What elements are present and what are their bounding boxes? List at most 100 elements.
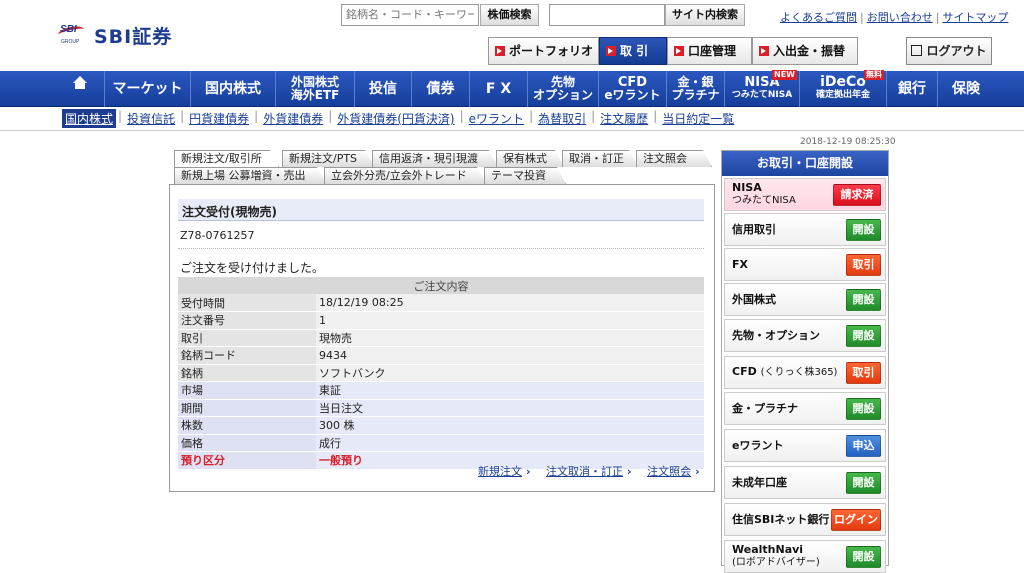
order-title: 注文受付(現物売) xyxy=(178,199,704,221)
subnav-foreign-bonds-yen[interactable]: 外貨建債券(円貨決済) xyxy=(334,109,457,128)
ewarrant-apply-button[interactable]: 申込 xyxy=(846,434,881,457)
nav-insurance[interactable]: 保険 xyxy=(938,71,994,107)
nav-market[interactable]: マーケット xyxy=(105,71,191,107)
side-row-ewarrant: eワラント 申込 xyxy=(724,429,886,462)
stock-search-button[interactable]: 株価検索 xyxy=(480,4,539,26)
subnav-foreign-bonds[interactable]: 外貨建債券 xyxy=(260,109,326,128)
subnav-domestic-stocks[interactable]: 国内株式 xyxy=(62,109,117,128)
main-nav: マーケット 国内株式 外国株式 海外ETF 投信 債券 F X 先物 オプション C… xyxy=(0,70,1024,107)
dotted-divider xyxy=(178,248,704,249)
accept-message: ご注文を受け付けました。 xyxy=(180,261,325,275)
nav-domestic-stocks[interactable]: 国内株式 xyxy=(191,71,276,107)
order-detail-table: ご注文内容 受付時間 18/12/19 08:25 注文番号 1 取引 現物売 銘柄コ… xyxy=(178,277,704,470)
side-row-cfd: CFD (くりっく株365) 取引 xyxy=(724,356,886,389)
arrow-icon xyxy=(674,46,684,56)
tab-new-order-exchange[interactable]: 新規注文/取引所 xyxy=(174,150,279,167)
tab-margin-repay[interactable]: 信用返済・現引現渡 xyxy=(372,150,498,167)
side-row-nisa: NISA つみたてNISA 請求済 xyxy=(724,178,886,211)
order-inquiry-link[interactable]: 注文照会 xyxy=(647,465,691,478)
arrow-icon xyxy=(759,46,769,56)
nav-futures-options[interactable]: 先物 オプション xyxy=(528,71,599,107)
sub-nav: 国内株式 | 投資信託 | 円貨建債券 | 外貨建債券 | 外貨建債券(円貨決済) | e… xyxy=(62,109,737,128)
table-row: 銘柄コード 9434 xyxy=(178,346,704,365)
footer-links: 新規注文 › 注文取消・訂正 › 注文照会 › xyxy=(478,463,712,479)
nav-nisa[interactable]: NEW NISA つみたてNISA xyxy=(725,70,800,107)
side-row-foreign-stocks: 外国株式 開設 xyxy=(724,283,886,316)
nav-fx[interactable]: F X xyxy=(470,71,528,107)
subnav-fx-trade[interactable]: 為替取引 xyxy=(535,109,589,128)
free-badge: 無料 xyxy=(864,70,884,80)
tab-new-order-pts[interactable]: 新規注文/PTS xyxy=(282,150,374,167)
sitemap-link[interactable]: サイトマップ xyxy=(942,11,1008,24)
futures-open-button[interactable]: 開設 xyxy=(846,324,881,347)
order-id: Z78-0761257 xyxy=(180,229,255,242)
nav-foreign-stocks[interactable]: 外国株式 海外ETF xyxy=(276,71,355,107)
subnav-investment-trust[interactable]: 投資信託 xyxy=(124,109,178,128)
tab-ipo-offering[interactable]: 新規上場 公募増資・売出 xyxy=(174,167,326,184)
bank-login-button[interactable]: ログイン xyxy=(831,508,881,531)
nav-gold-silver[interactable]: 金・銀 プラチナ xyxy=(667,71,725,107)
cancel-modify-link[interactable]: 注文取消・訂正 xyxy=(546,465,623,478)
nav-home[interactable] xyxy=(55,71,105,107)
nav-funds[interactable]: 投信 xyxy=(355,71,412,107)
tab-theme-investment[interactable]: テーマ投資 xyxy=(484,167,566,184)
table-row: 受付時間 18/12/19 08:25 xyxy=(178,294,704,312)
home-icon xyxy=(72,76,87,95)
foreign-stocks-open-button[interactable]: 開設 xyxy=(846,288,881,311)
arrow-icon xyxy=(606,46,616,56)
table-row: 取引 現物売 xyxy=(178,329,704,347)
site-search-button[interactable]: サイト内検索 xyxy=(665,4,745,26)
deposit-transfer-button[interactable]: 入出金・振替 xyxy=(752,37,858,65)
side-row-fx: FX 取引 xyxy=(724,248,886,281)
subnav-ewarrant[interactable]: eワラント xyxy=(466,109,527,128)
side-row-gold: 金・プラチナ 開設 xyxy=(724,392,886,425)
minor-account-open-button[interactable]: 開設 xyxy=(846,471,881,494)
table-row: 市場 東証 xyxy=(178,381,704,400)
nav-bank[interactable]: 銀行 xyxy=(887,71,938,107)
chevron-right-icon: › xyxy=(526,465,531,478)
margin-open-button[interactable]: 開設 xyxy=(846,218,881,241)
nav-bonds[interactable]: 債券 xyxy=(412,71,470,107)
new-order-link[interactable]: 新規注文 xyxy=(478,465,522,478)
faq-link[interactable]: よくあるご質問 xyxy=(780,11,857,24)
chevron-right-icon: › xyxy=(627,465,632,478)
top-links: よくあるご質問 | お問い合わせ | サイトマップ xyxy=(780,11,1009,24)
stock-search-input[interactable] xyxy=(341,4,479,26)
nisa-requested-button[interactable]: 請求済 xyxy=(833,183,881,206)
gold-open-button[interactable]: 開設 xyxy=(846,397,881,420)
portfolio-button[interactable]: ポートフォリオ xyxy=(488,37,599,65)
tab-cancel-modify[interactable]: 取消・訂正 xyxy=(562,150,638,167)
logout-icon xyxy=(911,45,923,56)
timestamp: 2018-12-19 08:25:30 xyxy=(800,137,896,147)
nav-ideco[interactable]: 無料 iDeCo 確定拠出年金 xyxy=(800,70,887,107)
subnav-order-history[interactable]: 注文履歴 xyxy=(597,109,651,128)
chevron-right-icon: › xyxy=(695,465,700,478)
tab-holdings[interactable]: 保有株式 xyxy=(496,150,564,167)
table-row: 期間 当日注文 xyxy=(178,399,704,417)
side-row-futures: 先物・オプション 開設 xyxy=(724,319,886,352)
table-header: ご注文内容 xyxy=(178,277,704,294)
table-row: 注文番号 1 xyxy=(178,311,704,330)
logout-button[interactable]: ログアウト xyxy=(906,37,992,65)
tab-order-inquiry[interactable]: 注文照会 xyxy=(636,150,712,167)
account-sidebar: お取引・口座開設 NISA つみたてNISA 請求済 信用取引 開設 FX 取引 … xyxy=(721,150,889,573)
subnav-today-executions[interactable]: 当日約定一覧 xyxy=(659,109,737,128)
table-row: 株数 300 株 xyxy=(178,416,704,435)
side-row-wealthnavi: WealthNavi (ロボアドバイザー) 開設 xyxy=(724,540,886,573)
logo-text: SBI証券 xyxy=(94,26,173,48)
sbi-group-mark: SBI GROUP xyxy=(57,24,88,48)
tab-off-floor-trade[interactable]: 立会外分売/立会外トレード xyxy=(324,167,486,184)
fx-trade-button[interactable]: 取引 xyxy=(846,253,881,276)
side-row-bank: 住信SBIネット銀行 ログイン xyxy=(724,503,886,536)
nav-cfd-warrant[interactable]: CFD eワラント xyxy=(599,71,667,107)
site-search-input[interactable] xyxy=(549,4,665,26)
cfd-trade-button[interactable]: 取引 xyxy=(846,361,881,384)
account-management-button[interactable]: 口座管理 xyxy=(667,37,752,65)
wealthnavi-open-button[interactable]: 開設 xyxy=(846,545,881,568)
subnav-yen-bonds[interactable]: 円貨建債券 xyxy=(186,109,252,128)
sbi-logo[interactable]: SBI GROUP SBI証券 xyxy=(57,22,173,49)
side-row-margin: 信用取引 開設 xyxy=(724,213,886,246)
contact-link[interactable]: お問い合わせ xyxy=(867,11,933,24)
trade-button[interactable]: 取 引 xyxy=(599,37,667,65)
side-row-minor-account: 未成年口座 開設 xyxy=(724,466,886,499)
